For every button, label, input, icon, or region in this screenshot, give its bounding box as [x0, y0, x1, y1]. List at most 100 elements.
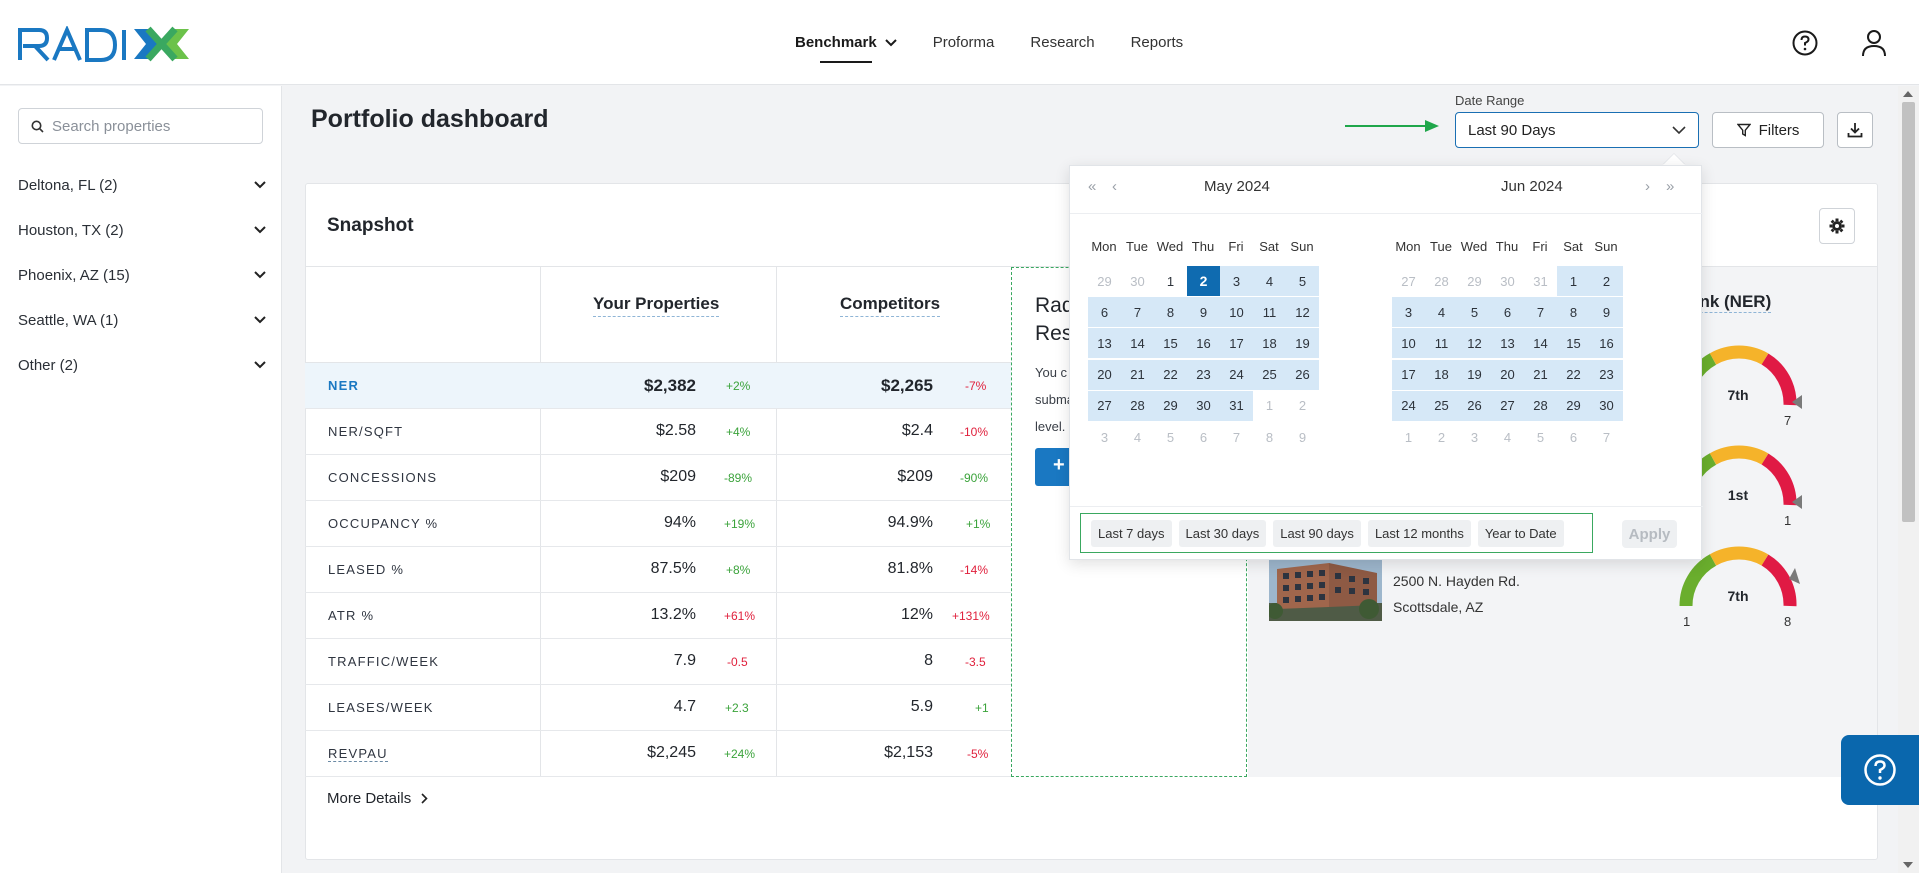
calendar-day[interactable]: 13 [1088, 328, 1121, 359]
calendar-day[interactable]: 10 [1220, 297, 1253, 328]
calendar-day[interactable]: 31 [1220, 390, 1253, 421]
table-row[interactable]: ATR % 13.2% +61% 12% +131% [305, 593, 1011, 639]
radix-logo[interactable] [17, 26, 210, 62]
table-row[interactable]: CONCESSIONS $209 -89% $209 -90% [305, 455, 1011, 501]
scroll-thumb[interactable] [1902, 102, 1915, 522]
more-details-link[interactable]: More Details [327, 790, 428, 807]
calendar-day[interactable]: 28 [1524, 390, 1557, 421]
prev-year-icon[interactable]: « [1088, 178, 1096, 195]
calendar-day[interactable]: 6 [1491, 297, 1524, 328]
calendar-day[interactable]: 1 [1154, 266, 1187, 296]
sidebar-market-other[interactable]: Other (2) [18, 350, 266, 380]
prev-month-icon[interactable]: ‹ [1112, 178, 1117, 195]
calendar-day[interactable]: 22 [1154, 359, 1187, 390]
settings-button[interactable] [1819, 208, 1855, 244]
calendar-day[interactable]: 20 [1088, 359, 1121, 390]
download-button[interactable] [1837, 112, 1873, 148]
search-box[interactable] [18, 108, 263, 144]
table-row[interactable]: LEASES/WEEK 4.7 +2.3 5.9 +1 [305, 685, 1011, 731]
sidebar-market-deltona[interactable]: Deltona, FL (2) [18, 170, 266, 200]
calendar-day[interactable]: 19 [1286, 328, 1319, 359]
help-fab-button[interactable] [1841, 735, 1919, 805]
calendar-day[interactable]: 2 [1590, 266, 1623, 296]
help-icon[interactable] [1792, 30, 1818, 56]
calendar-day[interactable]: 4 [1425, 297, 1458, 328]
calendar-day[interactable]: 16 [1590, 328, 1623, 359]
sidebar-market-phoenix[interactable]: Phoenix, AZ (15) [18, 260, 266, 290]
property-thumbnail[interactable] [1269, 559, 1382, 621]
calendar-day[interactable]: 22 [1557, 359, 1590, 390]
calendar-day[interactable]: 14 [1524, 328, 1557, 359]
calendar-day[interactable]: 3 [1220, 266, 1253, 296]
calendar-day[interactable]: 11 [1253, 297, 1286, 328]
filters-button[interactable]: Filters [1712, 112, 1824, 148]
preset-last-7-days[interactable]: Last 7 days [1091, 519, 1172, 547]
calendar-day[interactable]: 6 [1088, 297, 1121, 328]
apply-button[interactable]: Apply [1622, 520, 1677, 548]
calendar-day[interactable]: 25 [1425, 390, 1458, 421]
calendar-day[interactable]: 8 [1557, 297, 1590, 328]
calendar-day[interactable]: 11 [1425, 328, 1458, 359]
calendar-day[interactable]: 7 [1121, 297, 1154, 328]
calendar-day[interactable]: 24 [1220, 359, 1253, 390]
calendar-day[interactable]: 18 [1253, 328, 1286, 359]
calendar-day[interactable]: 10 [1392, 328, 1425, 359]
calendar-day[interactable]: 26 [1286, 359, 1319, 390]
calendar-day[interactable]: 15 [1557, 328, 1590, 359]
calendar-day[interactable]: 30 [1590, 390, 1623, 421]
calendar-day[interactable]: 18 [1425, 359, 1458, 390]
calendar-day[interactable]: 2 [1187, 266, 1220, 296]
nav-reports[interactable]: Reports [1131, 0, 1184, 85]
table-row[interactable]: TRAFFIC/WEEK 7.9 -0.5 8 -3.5 [305, 639, 1011, 685]
sidebar-market-seattle[interactable]: Seattle, WA (1) [18, 305, 266, 335]
calendar-day[interactable]: 7 [1524, 297, 1557, 328]
user-icon[interactable] [1861, 29, 1887, 57]
calendar-day[interactable]: 4 [1253, 266, 1286, 296]
calendar-day[interactable]: 23 [1187, 359, 1220, 390]
calendar-day[interactable]: 21 [1524, 359, 1557, 390]
calendar-day[interactable]: 9 [1590, 297, 1623, 328]
calendar-day[interactable]: 17 [1392, 359, 1425, 390]
calendar-day[interactable]: 12 [1286, 297, 1319, 328]
calendar-day[interactable]: 13 [1491, 328, 1524, 359]
calendar-day[interactable]: 24 [1392, 390, 1425, 421]
scroll-up-icon[interactable] [1903, 91, 1913, 97]
nav-benchmark[interactable]: Benchmark [795, 0, 897, 85]
table-row[interactable]: NER/SQFT $2.58 +4% $2.4 -10% [305, 409, 1011, 455]
calendar-day[interactable]: 5 [1458, 297, 1491, 328]
calendar-day[interactable]: 20 [1491, 359, 1524, 390]
calendar-day[interactable]: 23 [1590, 359, 1623, 390]
col-your-properties[interactable]: Your Properties [593, 294, 720, 317]
calendar-day[interactable]: 26 [1458, 390, 1491, 421]
table-row[interactable]: NER $2,382 +2% $2,265 -7% [305, 363, 1011, 409]
calendar-day[interactable]: 29 [1154, 390, 1187, 421]
calendar-day[interactable]: 3 [1392, 297, 1425, 328]
scroll-down-icon[interactable] [1903, 862, 1913, 868]
col-competitors[interactable]: Competitors [840, 294, 941, 317]
calendar-day[interactable]: 27 [1491, 390, 1524, 421]
sidebar-market-houston[interactable]: Houston, TX (2) [18, 215, 266, 245]
calendar-day[interactable]: 15 [1154, 328, 1187, 359]
table-row[interactable]: LEASED % 87.5% +8% 81.8% -14% [305, 547, 1011, 593]
calendar-day[interactable]: 19 [1458, 359, 1491, 390]
calendar-day[interactable]: 1 [1557, 266, 1590, 296]
calendar-day[interactable]: 16 [1187, 328, 1220, 359]
next-month-icon[interactable]: › [1645, 178, 1650, 195]
nav-proforma[interactable]: Proforma [933, 0, 995, 85]
search-input[interactable] [52, 117, 252, 135]
calendar-day[interactable]: 27 [1088, 390, 1121, 421]
calendar-day[interactable]: 9 [1187, 297, 1220, 328]
calendar-day[interactable]: 25 [1253, 359, 1286, 390]
calendar-day[interactable]: 5 [1286, 266, 1319, 296]
next-year-icon[interactable]: » [1666, 178, 1674, 195]
preset-last-12-months[interactable]: Last 12 months [1367, 519, 1471, 547]
preset-last-30-days[interactable]: Last 30 days [1178, 519, 1267, 547]
calendar-day[interactable]: 30 [1187, 390, 1220, 421]
calendar-day[interactable]: 17 [1220, 328, 1253, 359]
calendar-day[interactable]: 8 [1154, 297, 1187, 328]
calendar-day[interactable]: 21 [1121, 359, 1154, 390]
preset-last-90-days[interactable]: Last 90 days [1273, 519, 1361, 547]
nav-research[interactable]: Research [1030, 0, 1094, 85]
calendar-day[interactable]: 14 [1121, 328, 1154, 359]
table-row[interactable]: OCCUPANCY % 94% +19% 94.9% +1% [305, 501, 1011, 547]
